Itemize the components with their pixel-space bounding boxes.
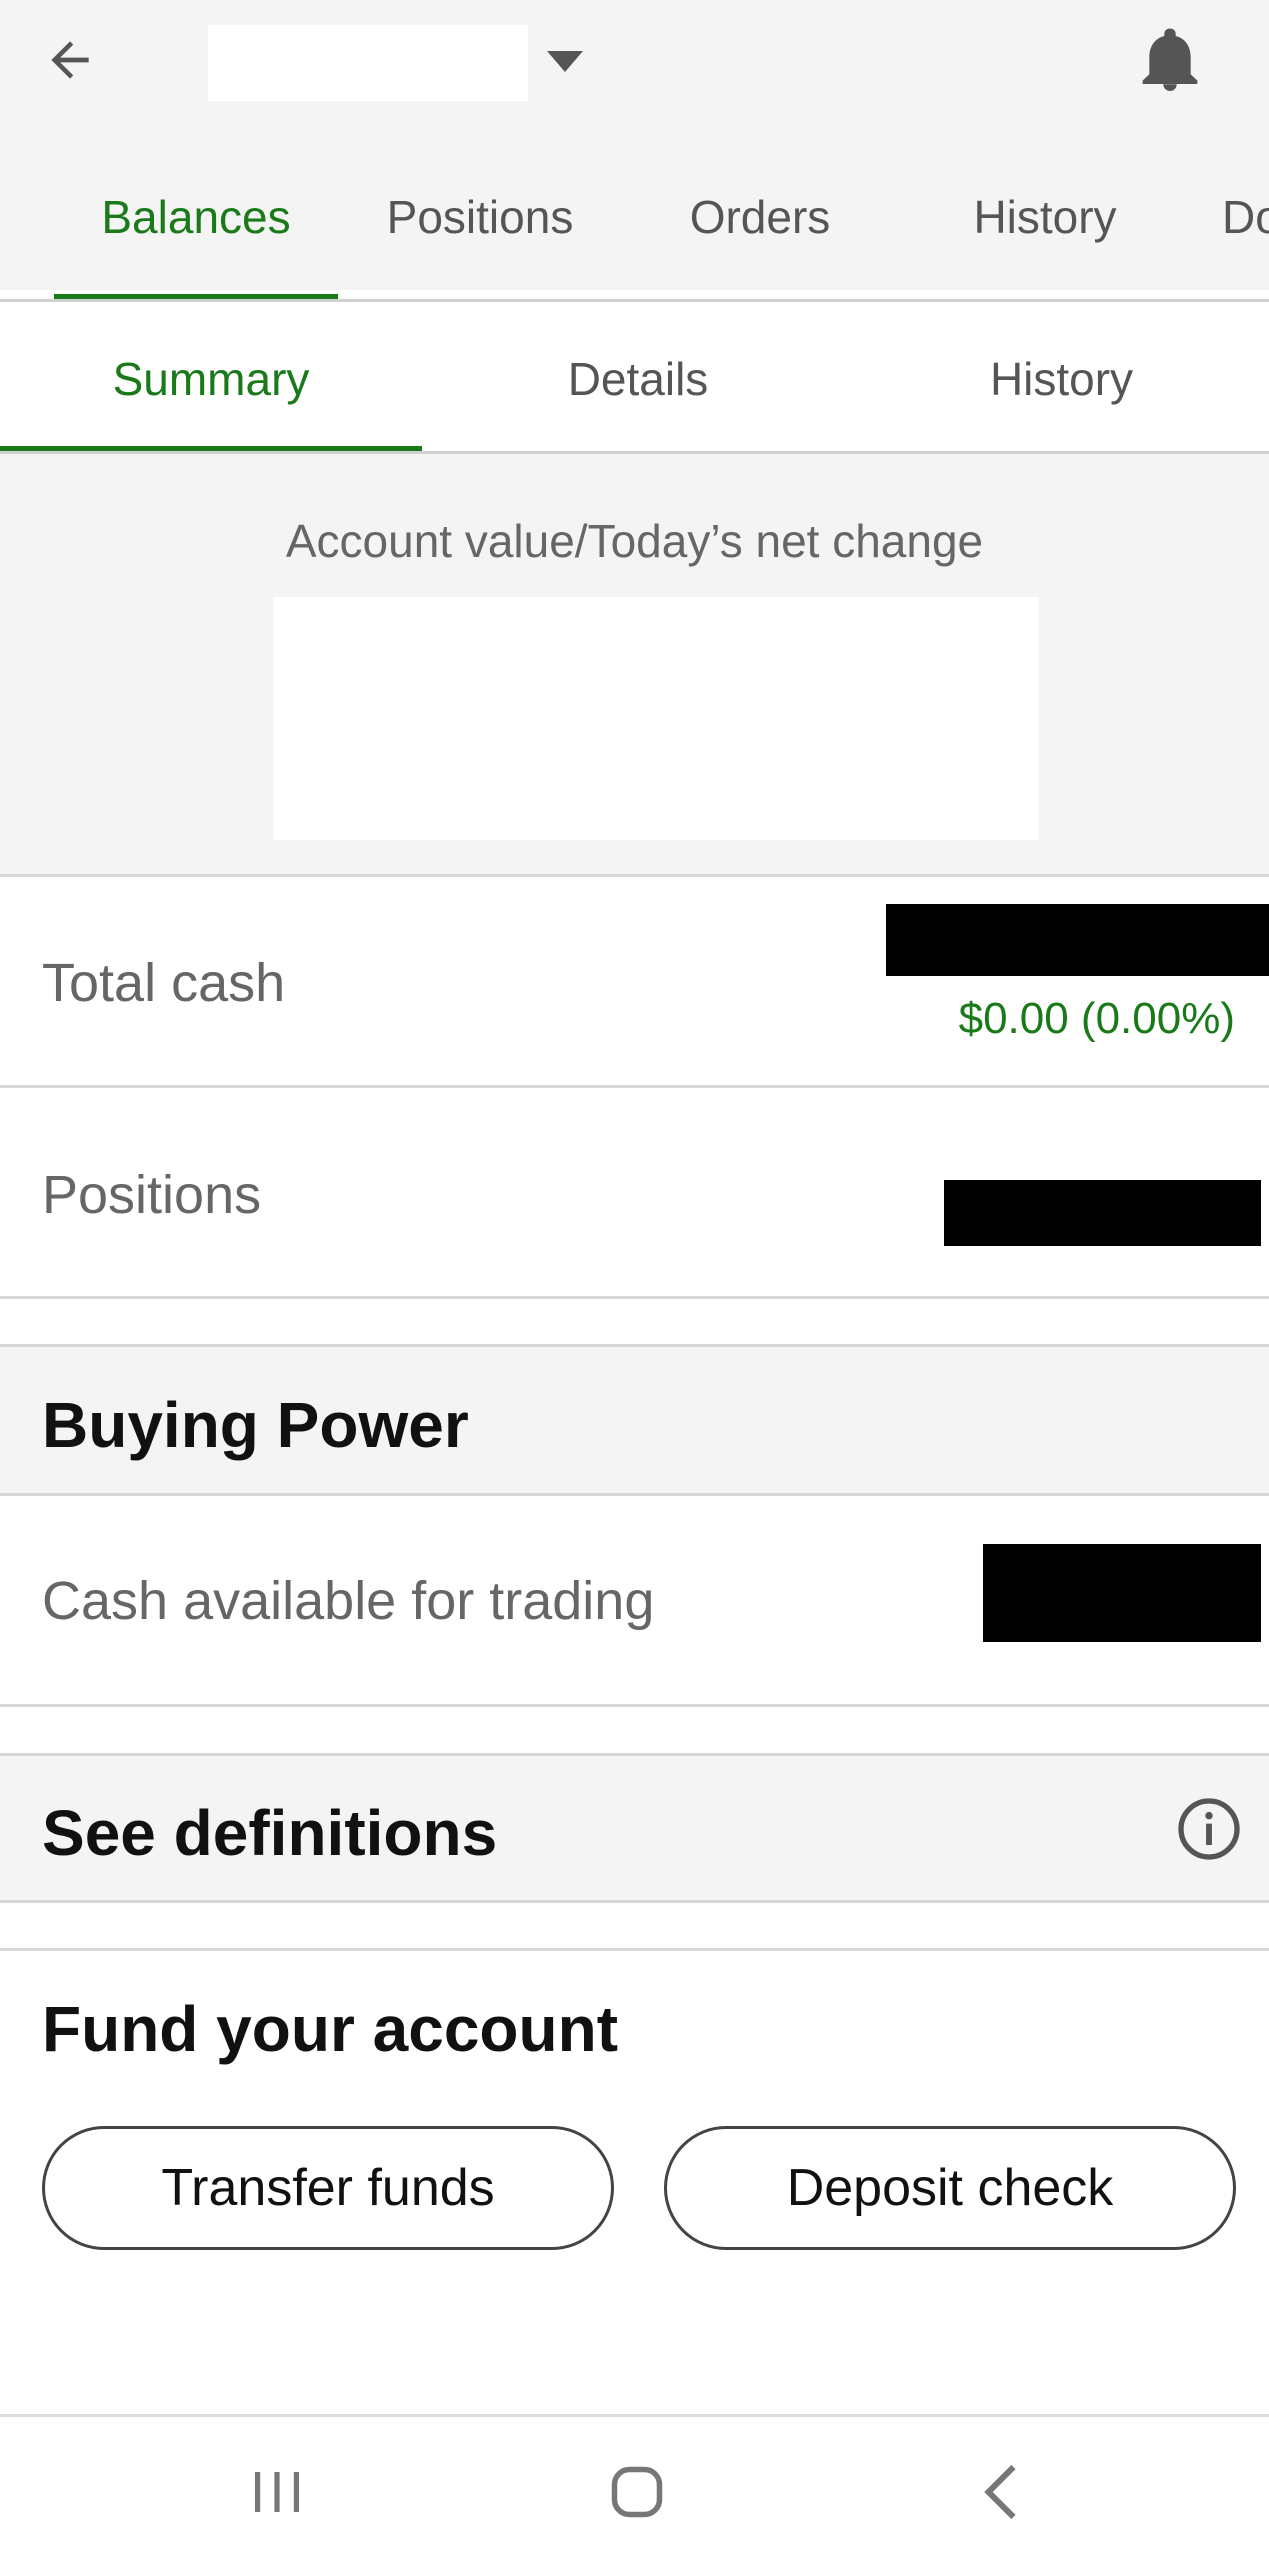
fund-account-title: Fund your account: [42, 1993, 618, 2065]
chevron-left-icon: [984, 2464, 1016, 2520]
divider: [0, 1948, 1269, 1951]
system-back-button[interactable]: [956, 2452, 1046, 2532]
notifications-button[interactable]: [1130, 20, 1210, 100]
recents-icon: [255, 2472, 299, 2512]
home-button[interactable]: [592, 2452, 682, 2532]
app-root: Balances Positions Orders History Do Sum…: [0, 0, 1269, 2560]
divider: [0, 1296, 1269, 1299]
arrow-left-icon: [51, 41, 89, 79]
account-value-redacted: [273, 597, 1039, 840]
subtab-details[interactable]: Details: [422, 352, 854, 406]
definitions-header[interactable]: See definitions: [0, 1754, 1269, 1902]
account-selector[interactable]: [208, 25, 528, 101]
cash-available-value-redacted: [983, 1544, 1261, 1642]
divider: [0, 1493, 1269, 1496]
deposit-check-button[interactable]: Deposit check: [664, 2126, 1236, 2250]
total-cash-change: $0.00 (0.00%): [958, 994, 1235, 1043]
divider: [0, 1704, 1269, 1707]
tab-positions[interactable]: Positions: [370, 190, 590, 302]
total-cash-value-redacted: [886, 904, 1269, 976]
buying-power-header: Buying Power: [0, 1346, 1269, 1494]
sub-tabs: Summary Details History: [0, 302, 1269, 454]
home-icon: [611, 2466, 663, 2518]
tab-documents[interactable]: Do: [1222, 190, 1269, 302]
account-dropdown-button[interactable]: [540, 38, 590, 88]
transfer-funds-button[interactable]: Transfer funds: [42, 2126, 614, 2250]
positions-label: Positions: [42, 1165, 262, 1225]
definitions-title: See definitions: [42, 1797, 498, 1869]
recents-button[interactable]: [232, 2452, 322, 2532]
divider: [0, 1900, 1269, 1903]
tab-history[interactable]: History: [940, 190, 1150, 302]
cash-available-label: Cash available for trading: [42, 1571, 655, 1631]
subtab-history[interactable]: History: [854, 352, 1269, 406]
info-circle-icon: [1178, 1798, 1240, 1860]
top-bar: Balances Positions Orders History Do: [0, 0, 1269, 290]
account-value-section: Account value/Today’s net change: [0, 454, 1269, 876]
total-cash-label: Total cash: [42, 953, 286, 1013]
account-value-label: Account value/Today’s net change: [285, 515, 984, 567]
buying-power-title: Buying Power: [42, 1389, 469, 1461]
definitions-info-button[interactable]: [1176, 1796, 1242, 1862]
divider: [0, 1085, 1269, 1088]
divider: [0, 1344, 1269, 1347]
back-button[interactable]: [30, 20, 110, 100]
positions-value-redacted: [944, 1180, 1261, 1246]
subtab-summary[interactable]: Summary: [0, 352, 422, 406]
divider: [0, 874, 1269, 877]
bell-icon: [1142, 28, 1198, 91]
caret-down-icon: [547, 51, 583, 72]
tab-balances[interactable]: Balances: [54, 190, 338, 302]
divider: [0, 1753, 1269, 1756]
tab-orders[interactable]: Orders: [660, 190, 860, 302]
system-nav-bar: [0, 2414, 1269, 2560]
main-tabs: Balances Positions Orders History Do: [0, 170, 1269, 300]
